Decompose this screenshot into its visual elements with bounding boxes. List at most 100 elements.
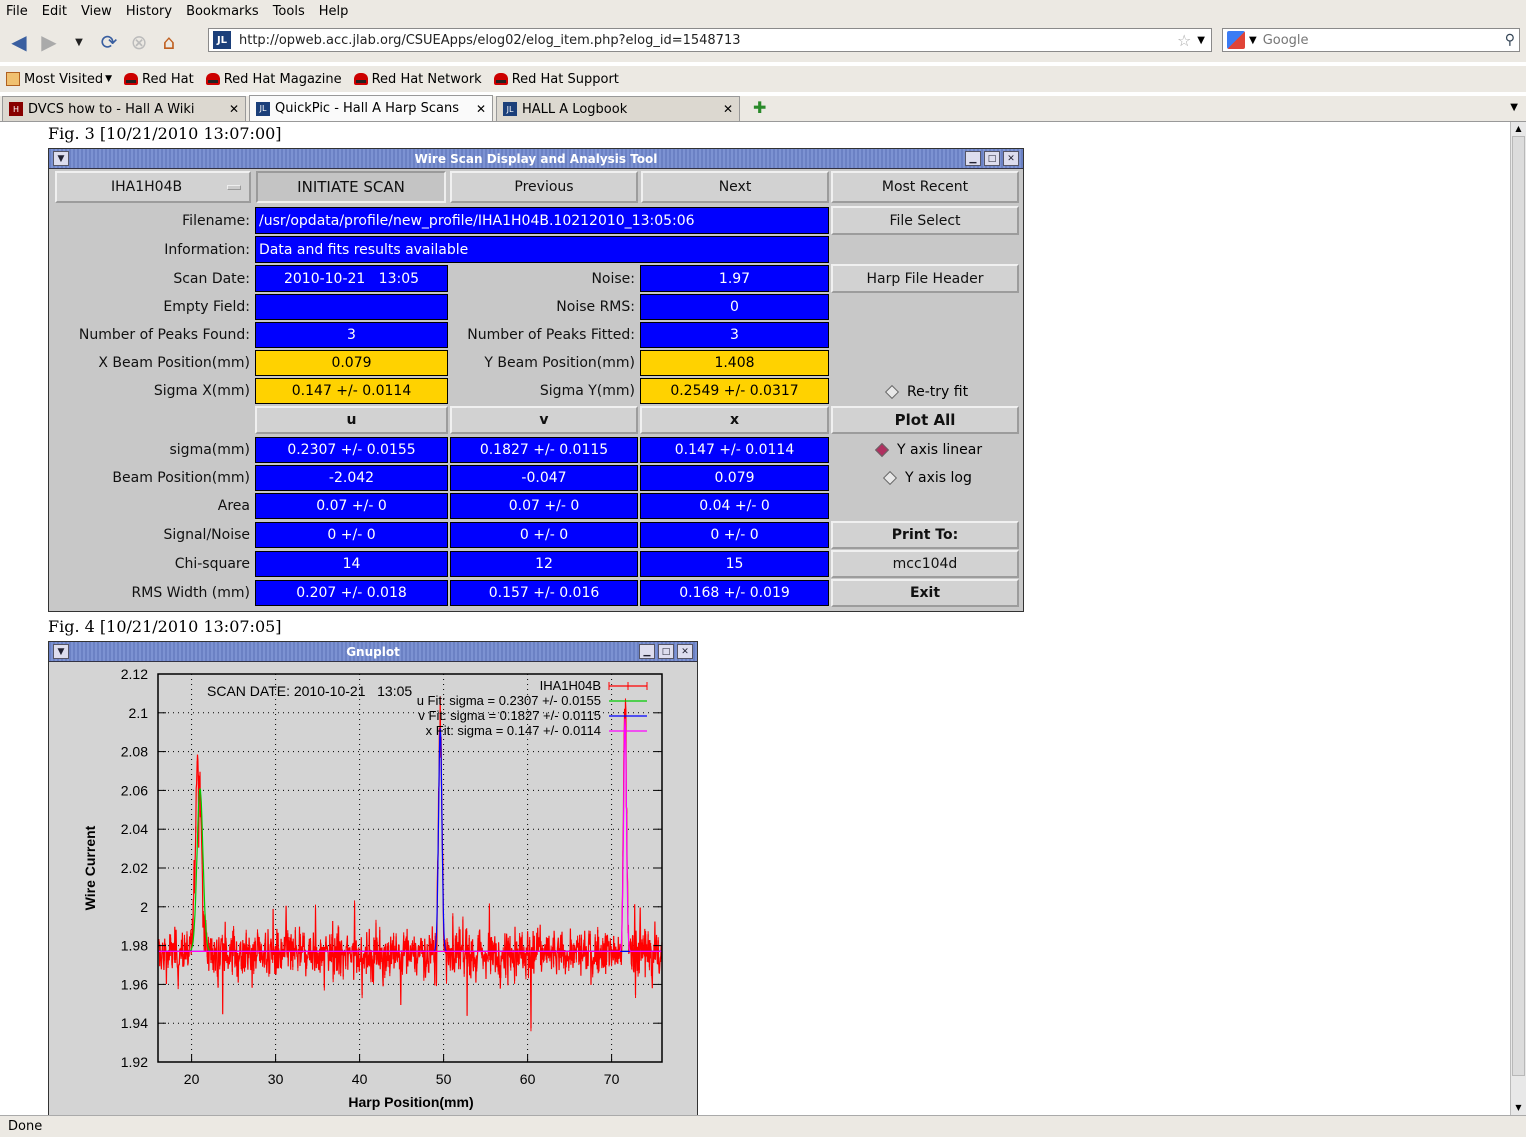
url-text[interactable]: http://opweb.acc.jlab.org/CSUEApps/elog0… (239, 33, 1177, 48)
search-input[interactable] (1262, 32, 1505, 48)
window-menu-icon[interactable]: ▼ (53, 151, 69, 166)
x-tick-label: 60 (520, 1071, 536, 1087)
menu-bookmarks[interactable]: Bookmarks (186, 4, 259, 19)
forward-arrow-icon[interactable]: ▶ (34, 27, 64, 57)
noise-rms-label: Noise RMS: (556, 299, 635, 315)
tab-quickpic[interactable]: JL QuickPic - Hall A Harp Scans ✕ (249, 95, 493, 121)
peaks-fitted-field: 3 (640, 322, 829, 348)
tab-list-dropdown-icon[interactable]: ▼ (1510, 102, 1518, 113)
wiki-favicon-icon: H (9, 102, 23, 116)
plot-all-button[interactable]: Plot All (831, 406, 1019, 434)
filename-field: /usr/opdata/profile/new_profile/IHA1H04B… (255, 207, 829, 234)
next-button[interactable]: Next (641, 171, 829, 203)
scroll-down-arrow-icon[interactable]: ▼ (1511, 1101, 1526, 1115)
information-field: Data and fits results available (255, 236, 829, 263)
table-cell: 0.07 +/- 0 (255, 493, 448, 519)
folder-icon (6, 72, 20, 86)
peaks-fitted-label: Number of Peaks Fitted: (467, 327, 635, 343)
table-cell: -0.047 (450, 465, 638, 491)
table-row-label: sigma(mm) (169, 442, 251, 458)
information-label: Information: (164, 241, 250, 258)
magnifier-icon[interactable]: ⚲ (1505, 32, 1515, 48)
table-cell: 0.07 +/- 0 (450, 493, 638, 519)
table-cell: 0.079 (640, 465, 829, 491)
table-cell: -2.042 (255, 465, 448, 491)
tab-hall-a-wiki[interactable]: H DVCS how to - Hall A Wiki ✕ (2, 96, 246, 121)
table-cell: 0.04 +/- 0 (640, 493, 829, 519)
column-x-button[interactable]: x (640, 406, 829, 434)
bookmark-red-hat[interactable]: Red Hat (124, 72, 194, 87)
harp-selector[interactable]: IHA1H04B (55, 171, 251, 203)
close-tab-icon[interactable]: ✕ (229, 102, 239, 116)
sigma-y-label: Sigma Y(mm) (539, 383, 635, 399)
x-tick-label: 50 (436, 1071, 452, 1087)
bookmarks-toolbar: Most Visited ▼ Red Hat Red Hat Magazine R… (0, 66, 1526, 92)
y-beam-field: 1.408 (640, 350, 829, 376)
tab-hall-a-logbook[interactable]: JL HALL A Logbook ✕ (496, 96, 740, 121)
column-u-button[interactable]: u (255, 406, 448, 434)
column-v-button[interactable]: v (450, 406, 638, 434)
minimize-icon[interactable]: ▁ (965, 151, 981, 166)
menu-view[interactable]: View (81, 4, 112, 19)
y-axis-linear-radio[interactable]: Y axis linear (874, 440, 982, 460)
retry-fit-radio[interactable]: Re-try fit (884, 382, 968, 402)
y-beam-label: Y Beam Position(mm) (484, 355, 635, 371)
close-tab-icon[interactable]: ✕ (476, 102, 486, 116)
bookmark-red-hat-support[interactable]: Red Hat Support (493, 72, 619, 87)
search-bar[interactable]: ▼ ⚲ (1222, 28, 1520, 52)
reload-icon[interactable]: ⟳ (94, 27, 124, 57)
table-cell: 14 (255, 551, 448, 577)
noise-field: 1.97 (640, 265, 829, 292)
page-content: Fig. 3 [10/21/2010 13:07:00] ▼ Wire Scan… (0, 122, 1510, 1115)
menu-history[interactable]: History (126, 4, 172, 19)
noise-label: Noise: (591, 270, 635, 287)
y-axis-log-label: Y axis log (905, 470, 972, 486)
search-engine-dropdown-icon[interactable]: ▼ (1249, 35, 1257, 46)
table-cell: 0 +/- 0 (640, 522, 829, 548)
scroll-up-arrow-icon[interactable]: ▲ (1511, 122, 1526, 136)
print-to-button[interactable]: Print To: (831, 521, 1019, 549)
red-hat-icon (353, 73, 368, 85)
y-tick-label: 1.94 (121, 1015, 148, 1031)
menu-tools[interactable]: Tools (273, 4, 305, 19)
y-tick-label: 1.92 (121, 1054, 148, 1070)
scroll-thumb[interactable] (1512, 136, 1525, 1076)
maximize-icon[interactable]: □ (984, 151, 1000, 166)
new-tab-plus-icon[interactable]: ✚ (753, 98, 766, 117)
sigma-y-field: 0.2549 +/- 0.0317 (640, 378, 829, 404)
initiate-scan-button[interactable]: INITIATE SCAN (256, 171, 446, 203)
search-engine-icon[interactable] (1227, 31, 1245, 49)
previous-button[interactable]: Previous (450, 171, 638, 203)
bookmark-most-visited[interactable]: Most Visited ▼ (6, 72, 112, 87)
printer-name-field[interactable]: mcc104d (831, 550, 1019, 578)
url-bar[interactable]: JL http://opweb.acc.jlab.org/CSUEApps/el… (208, 28, 1212, 52)
y-axis-label: Wire Current (82, 825, 98, 910)
menu-file[interactable]: File (6, 4, 28, 19)
x-beam-label: X Beam Position(mm) (98, 355, 250, 371)
url-dropdown-icon[interactable]: ▼ (1197, 35, 1205, 46)
sigma-x-field: 0.147 +/- 0.0114 (255, 378, 448, 404)
red-hat-icon (205, 73, 220, 85)
home-icon[interactable]: ⌂ (154, 27, 184, 57)
menu-help[interactable]: Help (319, 4, 349, 19)
fig4-caption: Fig. 4 [10/21/2010 13:07:05] (48, 617, 282, 636)
stop-icon[interactable]: ⊗ (124, 27, 154, 57)
fig3-caption: Fig. 3 [10/21/2010 13:07:00] (48, 124, 282, 143)
close-icon[interactable]: ✕ (1003, 151, 1019, 166)
vertical-scrollbar[interactable]: ▲ ▼ (1510, 122, 1526, 1115)
harp-file-header-button[interactable]: Harp File Header (831, 264, 1019, 293)
close-tab-icon[interactable]: ✕ (723, 102, 733, 116)
legend-entry-label: x Fit: sigma = 0.147 +/- 0.0114 (426, 723, 601, 738)
back-arrow-icon[interactable]: ◀ (4, 27, 34, 57)
exit-button[interactable]: Exit (831, 579, 1019, 607)
history-dropdown-icon[interactable]: ▼ (64, 27, 94, 57)
bookmark-red-hat-network[interactable]: Red Hat Network (353, 72, 482, 87)
y-axis-log-radio[interactable]: Y axis log (882, 468, 972, 488)
file-select-button[interactable]: File Select (831, 206, 1019, 235)
fit-curve-line (158, 718, 662, 952)
most-recent-button[interactable]: Most Recent (831, 171, 1019, 203)
y-tick-label: 2.02 (121, 860, 148, 876)
menu-edit[interactable]: Edit (42, 4, 67, 19)
bookmark-red-hat-magazine[interactable]: Red Hat Magazine (205, 72, 342, 87)
bookmark-star-icon[interactable]: ☆ (1177, 31, 1191, 50)
